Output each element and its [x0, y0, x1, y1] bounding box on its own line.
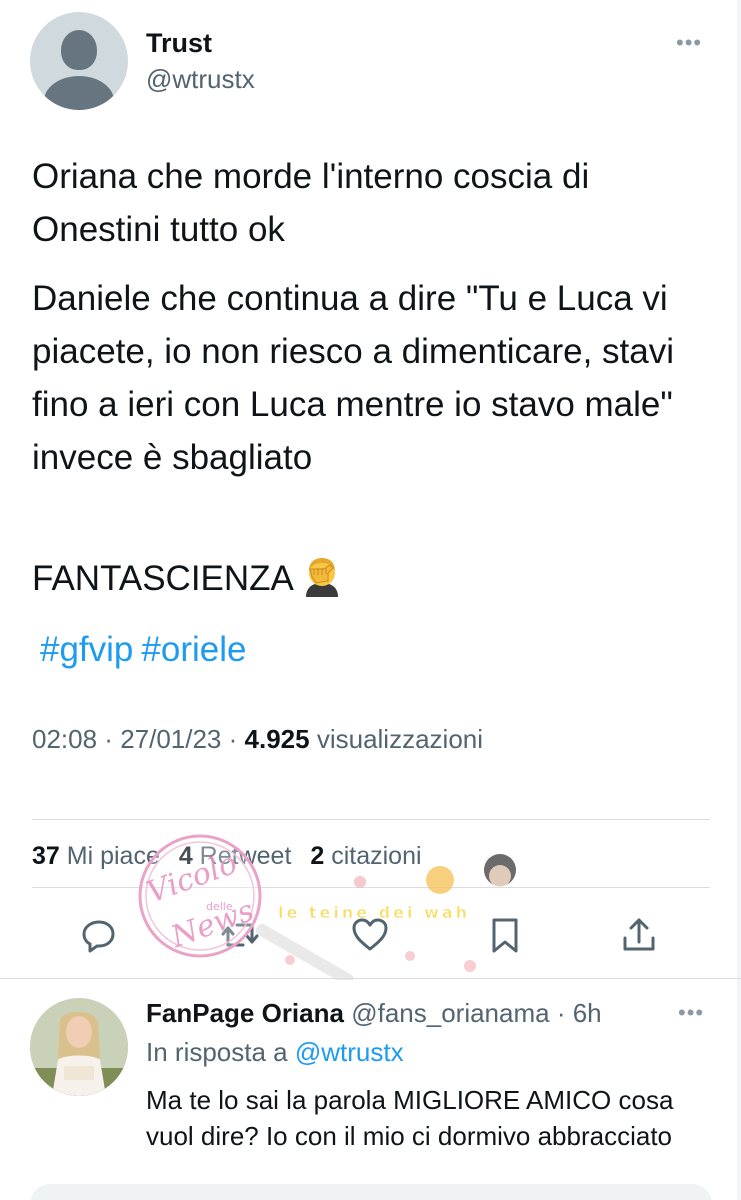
reply-header: FanPage Oriana @fans_orianama · 6h [146, 998, 602, 1029]
svg-text:delle: delle [206, 900, 233, 913]
retweets-count: 4 [178, 842, 193, 870]
share-icon[interactable] [620, 916, 658, 954]
divider [32, 819, 710, 820]
likes-count: 37 [32, 842, 60, 870]
reply-author-name[interactable]: FanPage Oriana [146, 998, 344, 1028]
retweets-label: Retweet [199, 842, 292, 870]
tweet-paragraph-2: Daniele che continua a dire "Tu e Luca v… [32, 279, 674, 477]
tweet-paragraph-1: Oriana che morde l'interno coscia di One… [32, 157, 590, 249]
tweet-paragraph-3-text: FANTASCIENZA [32, 559, 294, 598]
retweet-icon[interactable] [221, 916, 259, 954]
quotes-count: 2 [310, 842, 325, 870]
in-reply-to: In risposta a @wtrustx [146, 1037, 404, 1068]
divider [32, 887, 710, 888]
reply-author-avatar[interactable] [30, 998, 128, 1096]
reply-more-options-icon[interactable]: ••• [678, 1000, 704, 1026]
author-handle[interactable]: @wtrustx [146, 64, 255, 95]
tweet-stats: 37 Mi piace 4 Retweet 2 citazioni [32, 842, 422, 871]
author-avatar[interactable] [30, 12, 128, 110]
author-name[interactable]: Trust [146, 28, 212, 59]
facepalm-emoji-icon [300, 555, 344, 599]
in-reply-to-label: In risposta a [146, 1037, 288, 1067]
reply-dot: · [549, 998, 573, 1028]
reply-author-handle[interactable]: @fans_orianama [351, 998, 549, 1028]
views-count: 4.925 [244, 724, 310, 754]
hashtag-link[interactable]: #oriele [141, 630, 246, 669]
reply-text: Ma te lo sai la parola MIGLIORE AMICO co… [146, 1085, 674, 1151]
tweet-meta: 02:08 · 27/01/23 · 4.925 visualizzazioni [32, 724, 484, 754]
section-divider [0, 978, 741, 979]
avatar-body-shape [44, 76, 114, 110]
reply-composer[interactable] [30, 1184, 712, 1200]
bookmark-icon[interactable] [486, 916, 524, 954]
views-label: visualizzazioni [316, 724, 484, 754]
quotes-label: citazioni [331, 842, 422, 870]
hashtag-link[interactable]: #gfvip [40, 630, 133, 669]
tweet-date[interactable]: 27/01/23 [120, 724, 221, 754]
reply-time[interactable]: 6h [573, 998, 602, 1028]
tweet-time[interactable]: 02:08 [32, 724, 97, 754]
quotes-stat[interactable]: 2 citazioni [310, 842, 421, 870]
retweets-stat[interactable]: 4 Retweet [179, 842, 292, 870]
hashtags: #gfvip #oriele [40, 623, 254, 676]
scrollbar-track[interactable] [737, 0, 741, 1200]
top-edge [0, 0, 741, 6]
like-icon[interactable] [351, 916, 389, 954]
avatar-head-shape [61, 30, 97, 70]
more-options-icon[interactable]: ••• [676, 30, 702, 56]
likes-stat[interactable]: 37 Mi piace [32, 842, 160, 870]
tweet-paragraph-3: FANTASCIENZA [32, 552, 712, 605]
likes-label: Mi piace [66, 842, 160, 870]
in-reply-to-handle[interactable]: @wtrustx [295, 1037, 404, 1067]
reply-icon[interactable] [80, 916, 118, 954]
